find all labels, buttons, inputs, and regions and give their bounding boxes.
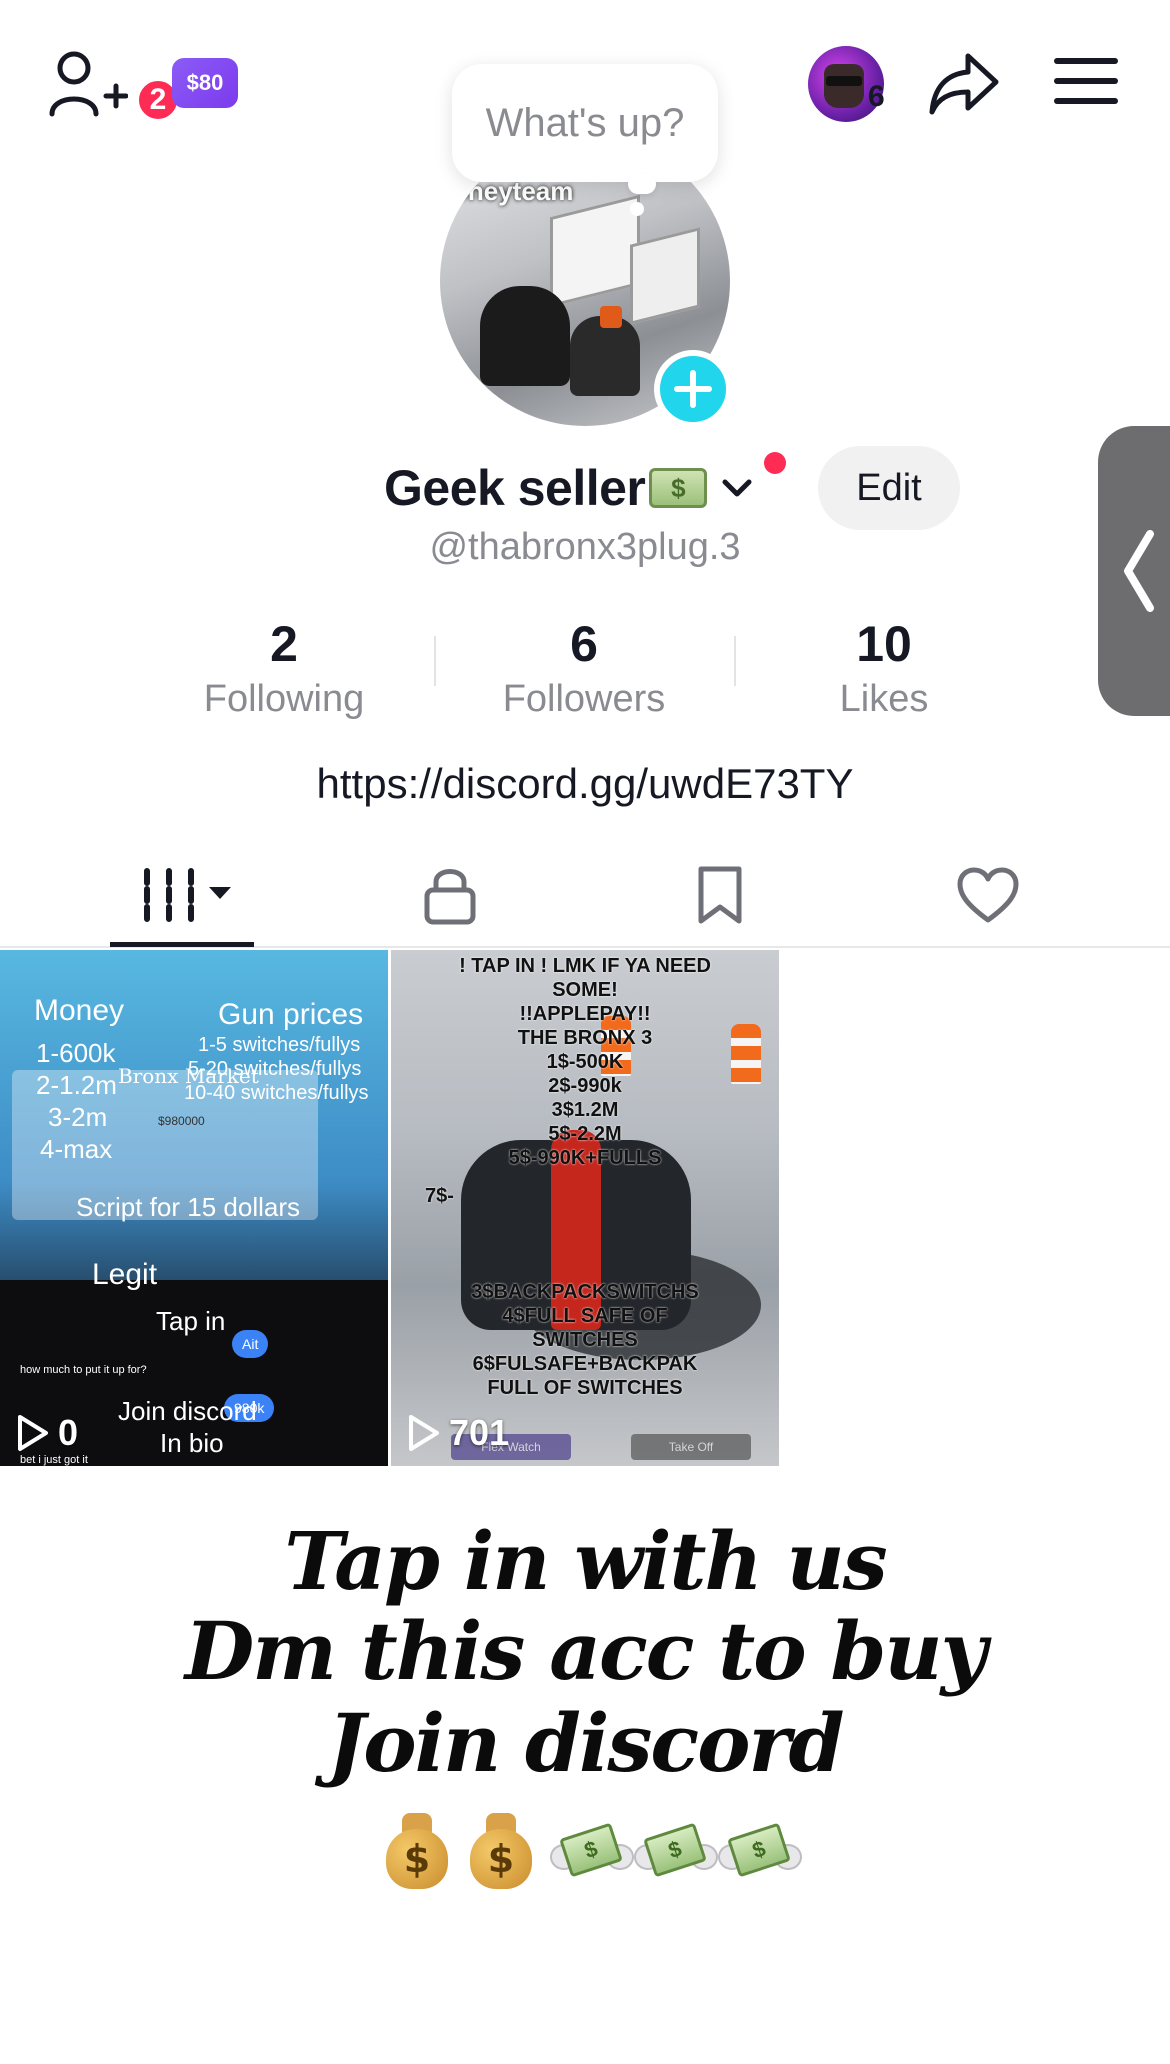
name-row[interactable]: Geek seller $	[384, 456, 755, 520]
video-overlay-text: 1-5 switches/fullys	[198, 1034, 361, 1056]
profile-tabs	[0, 840, 1170, 948]
tab-videos[interactable]	[130, 860, 240, 930]
video-overlay-text: In bio	[160, 1428, 224, 1458]
account-alert-dot	[764, 452, 786, 474]
side-drawer-handle[interactable]	[1098, 426, 1170, 716]
hamburger-menu-icon	[1054, 58, 1118, 64]
username: @thabronx3plug.3	[429, 526, 741, 568]
story-count: 6	[868, 80, 885, 113]
add-friend-icon	[49, 51, 128, 117]
video-overlay-text: FULL OF SWITCHES	[487, 1377, 683, 1399]
bubble-tail	[628, 174, 656, 194]
video-overlay-text: Join discord	[118, 1396, 257, 1426]
chat-chip: Ait	[232, 1330, 269, 1358]
tab-liked[interactable]	[948, 860, 1028, 930]
video-overlay-text: 4$FULL SAFE OF	[502, 1305, 668, 1327]
video-overlay-text: Script for 15 dollars	[76, 1192, 300, 1222]
stat-divider	[434, 636, 436, 686]
video-overlay-text: 1$-500K	[546, 1051, 624, 1073]
bio-link[interactable]: https://discord.gg/uwdE73TY	[0, 760, 1170, 808]
video-overlay-text: 2$-990k	[548, 1075, 622, 1097]
stat-divider	[734, 636, 736, 686]
video-overlay-text: Bronx Market	[118, 1064, 259, 1088]
video-overlay-text: 5$-990K+FULLS	[508, 1147, 662, 1169]
video-overlay-text: 3-2m	[48, 1102, 108, 1132]
video-overlay-text: bet i just got it	[20, 1454, 88, 1466]
chevron-down-icon	[722, 479, 752, 497]
play-icon	[18, 1415, 48, 1451]
stat-value: 2	[270, 616, 298, 672]
video-thumbnail-1[interactable]: Money Gun prices 1-600k 2-1.2m 3-2m 4-ma…	[0, 950, 388, 1466]
avatar-glasses	[826, 76, 862, 86]
video-overlay-text: 3$1.2M	[551, 1099, 619, 1121]
view-count: 701	[449, 1412, 510, 1453]
bio-text-line: Tap in with us	[284, 1514, 887, 1608]
video-overlay-text: 4-max	[40, 1134, 113, 1164]
add-story-button[interactable]	[654, 350, 732, 428]
video-overlay-text: 1-600k	[36, 1038, 116, 1068]
money-bag-icon: $	[382, 1813, 452, 1889]
share-button[interactable]	[928, 50, 1000, 118]
money-with-wings-icon: $	[718, 1816, 802, 1886]
video-overlay-text: Tap in	[156, 1306, 226, 1336]
video-overlay-button: Take Off	[631, 1434, 751, 1460]
menu-button[interactable]	[1054, 58, 1118, 110]
active-tab-indicator	[110, 942, 254, 947]
play-count: 0	[16, 1412, 78, 1454]
bio-text-line: Dm this acc to buy	[184, 1604, 987, 1698]
view-count: 0	[58, 1412, 79, 1453]
tab-private[interactable]	[410, 860, 490, 930]
heart-icon	[957, 867, 1019, 923]
video-overlay-text: Money	[34, 994, 125, 1027]
share-icon	[929, 53, 999, 115]
play-count: 701	[407, 1412, 509, 1454]
video-overlay-text: SOME!	[552, 979, 618, 1001]
emoji-row: $ $ $ $ $	[382, 1810, 802, 1892]
stat-label: Likes	[839, 678, 929, 720]
money-with-wings-icon: $	[634, 1816, 718, 1886]
edit-profile-button[interactable]: Edit	[818, 446, 960, 530]
video-overlay-text: $980000	[158, 1114, 205, 1128]
stat-label: Following	[203, 678, 365, 720]
plus-icon	[674, 370, 712, 408]
videos-grid-icon	[144, 868, 231, 922]
video-overlay-text: 7$-	[425, 1185, 454, 1207]
video-overlay-text: Legit	[92, 1258, 158, 1291]
add-friend-button[interactable]: 2	[48, 48, 180, 122]
stat-likes[interactable]: 10 Likes	[764, 612, 1004, 722]
coins-badge[interactable]: $80	[172, 58, 238, 108]
video-overlay-text: 3$BACKPACKSWITCHS	[471, 1281, 699, 1303]
video-overlay-text: !!APPLEPAY!!	[519, 1003, 651, 1025]
video-overlay-text: how much to put it up for?	[20, 1364, 147, 1376]
stat-value: 10	[856, 616, 912, 672]
play-icon	[409, 1415, 439, 1451]
stat-followers[interactable]: 6 Followers	[464, 612, 704, 722]
video-overlay-text: Gun prices	[218, 998, 364, 1031]
bubble-tail-dot	[630, 202, 644, 216]
status-prompt-bubble[interactable]: What's up?	[452, 64, 718, 182]
display-name: Geek seller	[384, 460, 646, 516]
video-overlay-text: SWITCHES	[532, 1329, 638, 1351]
video-overlay-text: ! TAP IN ! LMK IF YA NEED	[459, 955, 711, 977]
avatar-face	[824, 64, 864, 108]
cash-emoji-icon: $	[649, 468, 708, 508]
video-overlay-text: 2-1.2m	[36, 1070, 117, 1100]
stat-following[interactable]: 2 Following	[164, 612, 404, 722]
video-overlay-text: 5$-2.2M	[548, 1123, 622, 1145]
stat-value: 6	[570, 616, 598, 672]
bookmark-icon	[698, 866, 742, 924]
video-thumbnail-2[interactable]: ! TAP IN ! LMK IF YA NEED SOME! !!APPLEP…	[391, 950, 779, 1466]
tab-saved[interactable]	[680, 860, 760, 930]
money-bag-icon: $	[466, 1813, 536, 1889]
stat-label: Followers	[502, 678, 666, 720]
lock-icon	[424, 869, 476, 925]
chevron-left-icon	[1124, 530, 1154, 612]
money-with-wings-icon: $	[550, 1816, 634, 1886]
bio-text-line: Join discord	[327, 1696, 844, 1790]
video-overlay-text: 6$FULSAFE+BACKPAK	[472, 1353, 698, 1375]
video-overlay-text: THE BRONX 3	[517, 1027, 653, 1049]
